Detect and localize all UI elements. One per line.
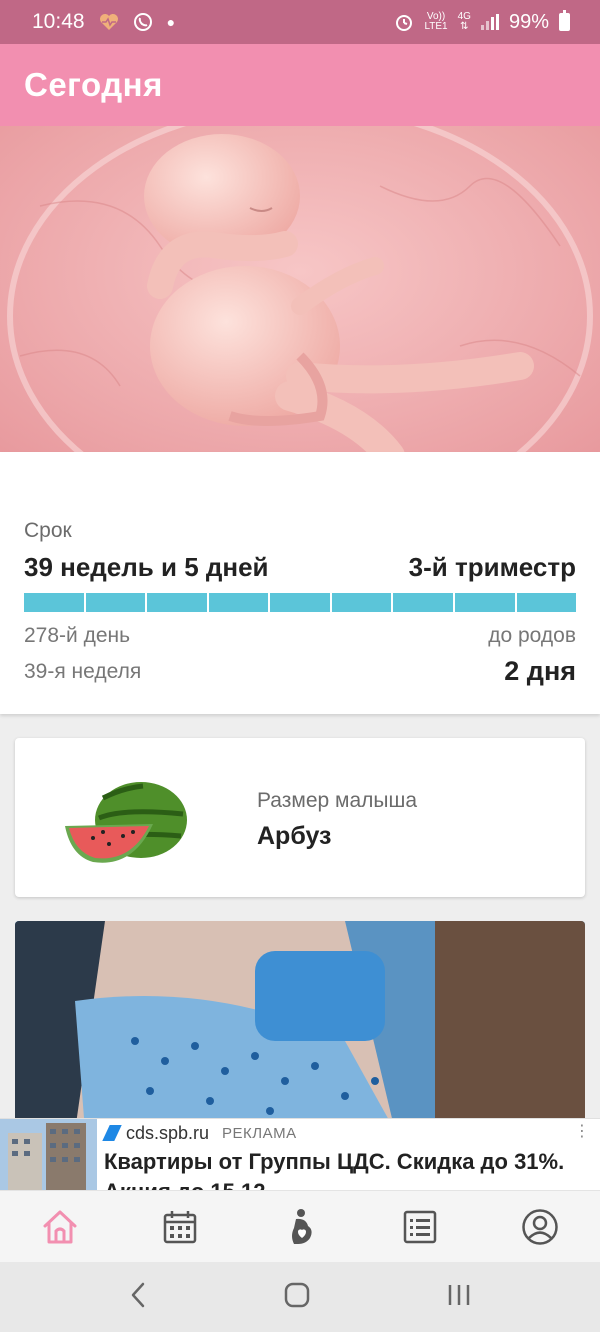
day-count: 278-й день: [24, 624, 131, 647]
network-indicator: 4G ⇅: [458, 12, 471, 32]
progress-segment: [147, 593, 207, 612]
data-arrows-icon: ⇅: [460, 21, 469, 32]
profile-icon: [522, 1208, 558, 1245]
calendar-icon: [163, 1210, 197, 1243]
fetus-illustration: [0, 126, 600, 490]
ad-domain: cds.spb.ru: [126, 1123, 210, 1143]
battery-icon: [559, 10, 570, 31]
recents-icon: [448, 1284, 470, 1305]
volte-bottom: LTE1: [424, 21, 448, 32]
notification-dot-icon: ●: [166, 14, 176, 30]
progress-segment: [270, 593, 330, 612]
pregnancy-progress-bar: [24, 593, 577, 612]
whatsapp-icon: [133, 13, 152, 31]
volte-indicator: Vo)) LTE1: [424, 12, 447, 32]
status-time: 10:48: [32, 10, 85, 33]
progress-segment: [454, 593, 515, 612]
alarm-icon: [396, 15, 413, 31]
nav-pregnancy[interactable]: [270, 1197, 330, 1257]
status-right: Vo)) LTE1 4G ⇅ 99%: [394, 10, 570, 34]
baby-size-value: Арбуз: [257, 822, 332, 850]
term-value: 39 недель и 5 дней: [24, 552, 269, 582]
home-icon: [43, 1210, 77, 1243]
recents-button[interactable]: [446, 1283, 472, 1312]
back-icon: [131, 1282, 145, 1307]
article-card[interactable]: [15, 921, 585, 1131]
battery-percent: 99%: [508, 10, 549, 33]
page-title: Сегодня: [24, 66, 163, 103]
ad-link-icon: [102, 1125, 122, 1141]
progress-segment: [24, 593, 84, 612]
app-bar: Сегодня: [0, 44, 600, 126]
progress-segment: [393, 593, 453, 612]
baby-size-card[interactable]: Размер малыша Арбуз: [15, 738, 585, 897]
signal-icon: [480, 14, 499, 30]
watermelon-icon: [65, 782, 187, 863]
ad-title: Квартиры от Группы ЦДС. Скидка до 31%. А…: [104, 1149, 565, 1190]
back-button[interactable]: [128, 1281, 148, 1314]
nav-home[interactable]: [30, 1197, 90, 1257]
system-nav-bar: [0, 1262, 600, 1332]
term-label: Срок: [24, 519, 72, 542]
progress-segment: [85, 593, 146, 612]
trimester: 3-й триместр: [408, 552, 576, 582]
baby-size-label: Размер малыша: [257, 789, 418, 812]
week-count: 39-я неделя: [24, 660, 142, 683]
bottom-nav: [0, 1190, 600, 1262]
until-birth-label: до родов: [488, 624, 576, 647]
ad-banner[interactable]: cds.spb.ru РЕКЛАМА ⋮ Квартиры от Группы …: [0, 1118, 600, 1190]
article-image: [15, 921, 585, 1131]
days-left: 2 дня: [504, 656, 576, 686]
ad-menu-icon[interactable]: ⋮: [574, 1121, 590, 1141]
pregnancy-icon: [292, 1208, 312, 1244]
ad-tag: РЕКЛАМА: [222, 1125, 297, 1142]
heart-rate-icon: [99, 14, 118, 30]
progress-segment: [516, 593, 577, 612]
ad-building-image: [0, 1119, 97, 1190]
home-square-icon: [284, 1282, 310, 1307]
status-bar: 10:48 ● Vo)) LTE1 4G ⇅ 99%: [0, 0, 600, 44]
nav-calendar[interactable]: [150, 1197, 210, 1257]
nav-profile[interactable]: [510, 1197, 570, 1257]
progress-segment: [208, 593, 269, 612]
list-icon: [403, 1210, 437, 1243]
home-system-button[interactable]: [284, 1282, 310, 1313]
nav-articles[interactable]: [390, 1197, 450, 1257]
status-left: 10:48 ●: [32, 10, 175, 34]
progress-segment: [331, 593, 392, 612]
